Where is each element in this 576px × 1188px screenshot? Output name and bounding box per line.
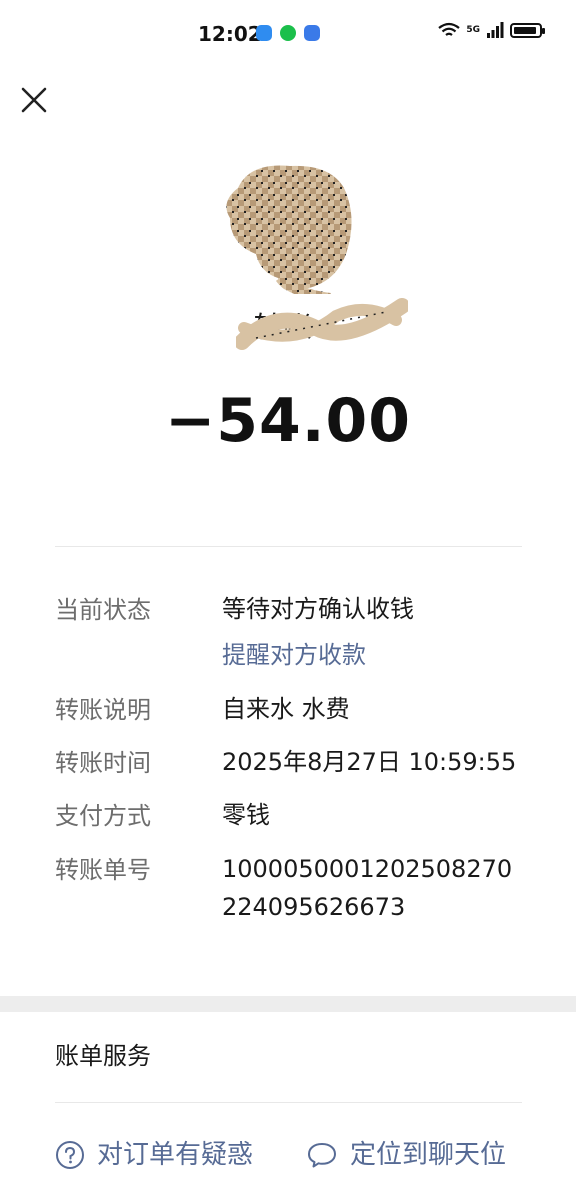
- divider: [55, 546, 522, 547]
- method-label: 支付方式: [55, 802, 151, 830]
- order-number-line2: 224095626673: [222, 893, 406, 921]
- close-icon: [21, 87, 47, 113]
- question-order-label: 对订单有疑惑: [97, 1140, 254, 1170]
- close-button[interactable]: [18, 84, 50, 116]
- divider: [55, 1102, 522, 1103]
- chat-app-icon: [280, 25, 296, 41]
- message-app-icon: [256, 25, 272, 41]
- locate-chat-button[interactable]: 定位到聊天位: [306, 1138, 506, 1172]
- status-time: 12:02: [198, 22, 262, 46]
- note-value: 自来水 水费: [222, 695, 350, 723]
- section-separator: [0, 996, 576, 1012]
- payee-name-redaction: [236, 298, 408, 350]
- chat-bubble-icon: [308, 1143, 336, 1168]
- note-label: 转账说明: [55, 696, 151, 724]
- payee-avatar: [226, 165, 352, 294]
- services-title: 账单服务: [55, 1042, 151, 1070]
- assistant-app-icon: [304, 25, 320, 41]
- amount: −54.00: [164, 386, 412, 456]
- status-label: 当前状态: [55, 596, 151, 624]
- locate-chat-label: 定位到聊天位: [350, 1140, 507, 1170]
- system-icons: 5G: [438, 22, 545, 38]
- order-number-line1: 1000050001202508270: [222, 855, 513, 883]
- order-label: 转账单号: [55, 856, 151, 884]
- remind-link[interactable]: 提醒对方收款: [222, 636, 366, 674]
- network-type-label: 5G: [466, 24, 480, 35]
- status-bar: 12:02 5G: [0, 0, 576, 68]
- status-value: 等待对方确认收钱: [222, 595, 414, 623]
- signal-icon: [487, 22, 504, 38]
- question-circle-icon: [56, 1141, 84, 1169]
- time-label: 转账时间: [55, 749, 151, 777]
- wifi-icon: [438, 22, 461, 36]
- method-value: 零钱: [222, 801, 270, 829]
- question-order-button[interactable]: 对订单有疑惑: [55, 1138, 253, 1172]
- battery-icon: [510, 22, 545, 38]
- time-value: 2025年8月27日 10:59:55: [222, 748, 517, 776]
